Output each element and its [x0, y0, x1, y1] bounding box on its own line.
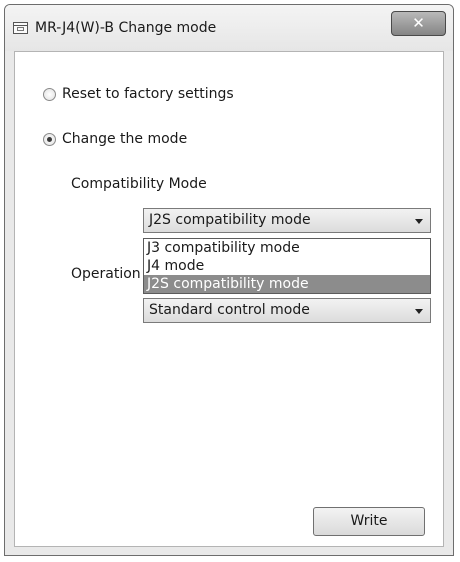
compatibility-mode-value: J2S compatibility mode [149, 212, 311, 228]
change-mode-dialog: MR-J4(W)-B Change mode ✕ Reset to factor… [4, 4, 454, 556]
dropdown-option[interactable]: J4 mode [144, 257, 430, 275]
dropdown-option[interactable]: J2S compatibility mode [144, 275, 430, 293]
change-mode-radio-label: Change the mode [62, 131, 188, 147]
operation-mode-select[interactable]: Standard control mode [143, 298, 431, 323]
operation-mode-label: Operation [71, 266, 141, 282]
dialog-content: Reset to factory settings Change the mod… [14, 51, 444, 547]
reset-factory-option[interactable]: Reset to factory settings [43, 86, 234, 102]
reset-radio-label: Reset to factory settings [62, 86, 234, 102]
change-mode-option[interactable]: Change the mode [43, 131, 187, 147]
title-bar[interactable]: MR-J4(W)-B Change mode ✕ [5, 5, 453, 51]
app-window-icon [13, 22, 28, 34]
window-title: MR-J4(W)-B Change mode [35, 20, 217, 36]
chevron-down-icon[interactable] [415, 309, 423, 314]
change-mode-radio-button[interactable] [43, 132, 56, 146]
operation-mode-value: Standard control mode [149, 302, 310, 318]
write-button[interactable]: Write [313, 507, 425, 536]
compatibility-mode-label: Compatibility Mode [71, 176, 207, 192]
compatibility-mode-dropdown-list: J3 compatibility mode J4 mode J2S compat… [143, 238, 431, 294]
compatibility-mode-select[interactable]: J2S compatibility mode [143, 208, 431, 233]
dropdown-option[interactable]: J3 compatibility mode [144, 239, 430, 257]
reset-radio-button[interactable] [43, 87, 56, 101]
close-button[interactable]: ✕ [391, 11, 446, 36]
chevron-down-icon[interactable] [415, 219, 423, 224]
